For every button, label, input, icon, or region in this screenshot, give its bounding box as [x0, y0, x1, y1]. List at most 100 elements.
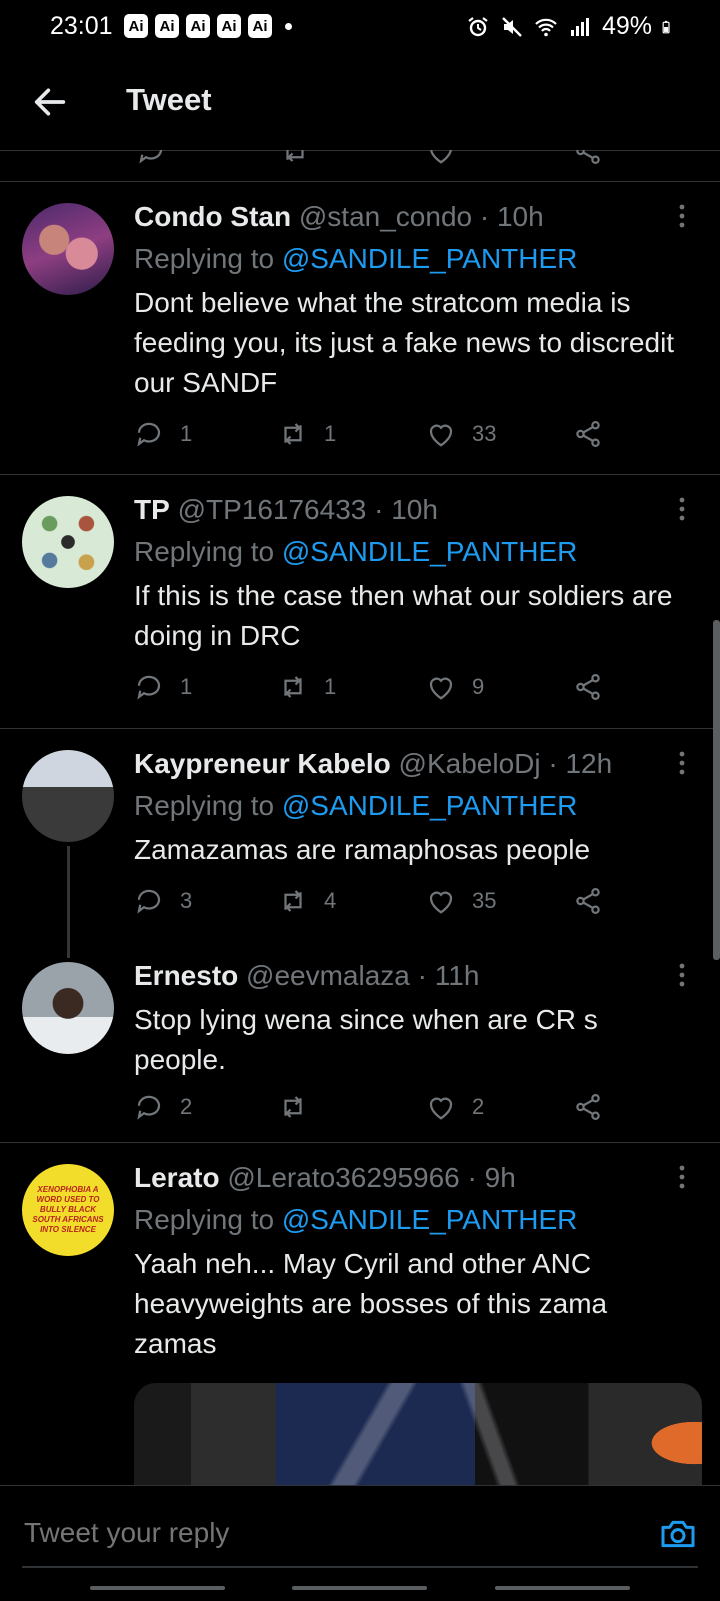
avatar[interactable] — [22, 962, 114, 1054]
reply-count: 3 — [180, 888, 193, 913]
tweet-media[interactable] — [134, 1383, 702, 1493]
like-button[interactable]: 35 — [426, 886, 496, 916]
tweet-text: If this is the case then what our soldie… — [134, 580, 673, 651]
like-count: 35 — [472, 888, 497, 913]
like-button[interactable]: 33 — [426, 419, 496, 449]
author-handle: @TP16176433 — [177, 494, 367, 525]
reply-icon — [137, 1095, 161, 1120]
like-icon — [429, 891, 453, 914]
reply-button[interactable]: 2 — [134, 1092, 192, 1122]
reply-count: 1 — [180, 421, 193, 446]
tweet-text: Stop lying wena since when are CR s peop… — [134, 1004, 598, 1075]
notification-badges: Ai Ai Ai Ai Ai — [124, 14, 292, 38]
battery-percent: 49% — [601, 12, 652, 40]
mention-link[interactable]: @SANDILE_PANTHER — [282, 536, 578, 567]
share-icon — [576, 1094, 600, 1120]
ai-badge: Ai — [124, 14, 148, 38]
like-count: 9 — [472, 674, 485, 699]
share-icon — [576, 888, 600, 914]
avatar[interactable] — [22, 496, 114, 588]
more-icon[interactable] — [678, 203, 686, 229]
signal-icon — [570, 17, 589, 36]
author-name[interactable]: TP — [134, 494, 170, 525]
avatar[interactable] — [22, 750, 114, 842]
reply-button[interactable]: 1 — [134, 672, 192, 702]
like-count: 33 — [472, 421, 497, 446]
mention-link[interactable]: @SANDILE_PANTHER — [282, 790, 578, 821]
more-icon[interactable] — [678, 962, 686, 988]
tweet-time: · 10h — [479, 201, 544, 232]
like-button[interactable]: 9 — [426, 672, 484, 702]
author-name[interactable]: Kaypreneur Kabelo — [134, 748, 391, 779]
mention-link[interactable]: @SANDILE_PANTHER — [282, 1204, 578, 1235]
tweet-time: · 11h — [417, 960, 480, 991]
author-handle: @KabeloDj — [398, 748, 541, 779]
more-icon[interactable] — [678, 1164, 686, 1190]
share-button[interactable] — [573, 886, 603, 916]
author-handle: @eevmalaza — [246, 960, 410, 991]
battery-icon — [662, 20, 670, 33]
notification-dot — [285, 22, 292, 30]
avatar[interactable]: XENOPHOBIA A WORD USED TO BULLY BLACK SO… — [22, 1164, 114, 1256]
tweet-item[interactable]: TP @TP16176433 · 10h Replying to @SANDIL… — [0, 474, 720, 728]
tweet-item[interactable]: Kaypreneur Kabelo @KabeloDj · 12h Replyi… — [0, 728, 720, 956]
ai-badge: Ai — [155, 14, 179, 38]
avatar-caption: XENOPHOBIA A WORD USED TO BULLY BLACK SO… — [32, 1185, 104, 1234]
mention-link[interactable]: @SANDILE_PANTHER — [282, 243, 578, 274]
reply-input[interactable] — [22, 1516, 606, 1550]
retweet-icon — [284, 1096, 302, 1118]
share-button[interactable] — [573, 419, 603, 449]
tweet-actions: 2 2 — [134, 1092, 604, 1128]
tweet-actions: 1 1 33 — [134, 419, 604, 455]
author-name[interactable]: Lerato — [134, 1162, 220, 1193]
more-icon[interactable] — [678, 496, 686, 522]
avatar[interactable] — [22, 203, 114, 295]
retweet-icon[interactable] — [280, 150, 310, 166]
ai-badge: Ai — [186, 14, 210, 38]
like-button[interactable]: 2 — [426, 1092, 484, 1122]
retweet-icon — [284, 676, 302, 698]
like-icon — [429, 677, 453, 700]
page-title: Tweet — [126, 82, 212, 117]
mute-icon — [502, 16, 522, 37]
nav-pill — [495, 1586, 630, 1590]
more-icon[interactable] — [678, 750, 686, 776]
tweet-time: · 10h — [374, 494, 438, 525]
retweet-count: 1 — [324, 674, 337, 699]
tweet-item[interactable]: Ernesto @eevmalaza · 11h Stop lying wena… — [0, 956, 720, 1142]
scrollbar[interactable] — [713, 620, 720, 960]
reply-button[interactable]: 1 — [134, 419, 192, 449]
retweet-button[interactable]: 1 — [278, 419, 336, 449]
like-count: 2 — [472, 1094, 485, 1119]
retweet-icon — [284, 423, 302, 445]
share-icon[interactable] — [573, 150, 603, 166]
reply-button[interactable]: 3 — [134, 886, 192, 916]
retweet-count: 1 — [324, 421, 337, 446]
tweet-time: · 9h — [467, 1162, 516, 1193]
author-handle: @Lerato36295966 — [227, 1162, 460, 1193]
share-button[interactable] — [573, 672, 603, 702]
author-handle: @stan_condo — [298, 201, 473, 232]
retweet-button[interactable]: 4 — [278, 886, 336, 916]
status-icons: 49% — [466, 12, 676, 41]
reply-icon[interactable] — [136, 150, 166, 166]
tweet-actions: 1 1 9 — [134, 672, 604, 708]
author-name[interactable]: Condo Stan — [134, 201, 291, 232]
like-icon[interactable] — [426, 150, 456, 166]
camera-icon[interactable] — [658, 1514, 698, 1554]
replying-to: Replying to @SANDILE_PANTHER — [134, 243, 578, 274]
share-icon — [576, 674, 600, 700]
replying-to: Replying to @SANDILE_PANTHER — [134, 536, 578, 567]
retweet-button[interactable]: 1 — [278, 672, 336, 702]
tweet-actions: 3 4 35 — [134, 886, 604, 922]
tweet-item[interactable]: Condo Stan @stan_condo · 10h Replying to… — [0, 181, 720, 474]
like-icon — [429, 424, 453, 447]
reply-count: 2 — [180, 1094, 193, 1119]
share-button[interactable] — [573, 1092, 603, 1122]
retweet-button[interactable] — [278, 1092, 324, 1122]
share-icon — [576, 421, 600, 447]
reply-icon — [137, 422, 161, 447]
nav-pill — [90, 1586, 225, 1590]
back-arrow-icon[interactable] — [30, 82, 70, 122]
author-name[interactable]: Ernesto — [134, 960, 238, 991]
